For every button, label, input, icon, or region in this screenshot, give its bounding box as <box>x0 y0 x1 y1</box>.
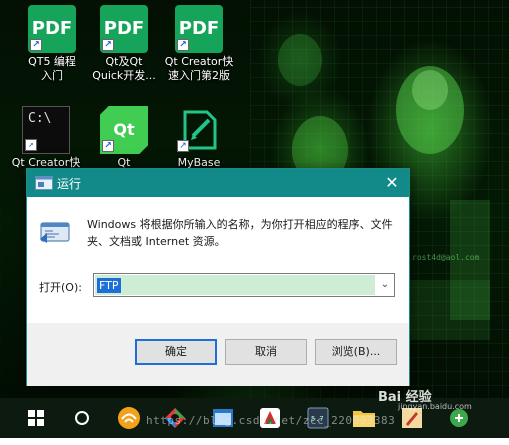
open-input[interactable]: FTP <box>95 275 375 295</box>
shortcut-arrow-icon: ↗ <box>102 39 114 51</box>
desktop-icon-label: QT5 编程入门 <box>28 55 76 82</box>
dialog-body: Windows 将根据你所输入的名称，为你打开相应的程序、文件夹、文档或 Int… <box>27 197 409 323</box>
shortcut-arrow-icon: ↗ <box>177 39 189 51</box>
run-window-icon <box>35 176 53 190</box>
run-icon <box>40 222 70 243</box>
cortana-icon[interactable] <box>70 406 94 430</box>
close-icon: ✕ <box>385 173 399 192</box>
run-dialog: 运行 ✕ Windows 将根据你所输入的名称，为你打开相应的程序、文件夹、文档… <box>26 168 410 386</box>
dialog-titlebar[interactable]: 运行 ✕ <box>27 169 409 197</box>
browse-button[interactable]: 浏览(B)... <box>315 339 397 365</box>
qt-icon: Qt ↗ <box>100 106 148 154</box>
wallpaper-caption: rost4d@aol.com <box>412 253 480 262</box>
dialog-title: 运行 <box>57 177 82 191</box>
shortcut-arrow-icon: ↗ <box>177 140 189 152</box>
desktop-icon-qt5-pdf[interactable]: PDF ↗ QT5 编程入门 <box>15 5 89 83</box>
shortcut-arrow-icon: ↗ <box>25 139 37 151</box>
baidu-jingyan-url: jingyan.baidu.com <box>398 402 472 411</box>
cancel-button[interactable]: 取消 <box>225 339 307 365</box>
shortcut-arrow-icon: ↗ <box>102 140 114 152</box>
mybase-icon: ↗ <box>175 106 223 154</box>
dialog-description: Windows 将根据你所输入的名称，为你打开相应的程序、文件夹、文档或 Int… <box>87 218 393 248</box>
windows-start-icon[interactable] <box>24 406 48 430</box>
combo-dropdown-button[interactable]: ⌄ <box>376 274 394 296</box>
open-label: 打开(O): <box>39 281 82 294</box>
shortcut-arrow-icon: ↗ <box>30 39 42 51</box>
browser-icon[interactable] <box>117 406 141 430</box>
desktop-screen: rost4d@aol.com PDF ↗ QT5 编程入门 PDF ↗ Qt及Qt … <box>0 0 509 445</box>
chevron-down-icon: ⌄ <box>380 279 390 290</box>
pdf-icon: PDF ↗ <box>100 5 148 53</box>
desktop-icon-label: Qt及Qt Quick开发... <box>92 55 156 82</box>
desktop-icon-mybase[interactable]: ↗ MyBase <box>162 106 236 170</box>
csdn-watermark: https://blog.csdn.net/zcc_220993383 <box>146 414 396 427</box>
bottom-margin <box>0 438 509 445</box>
desktop-icon-label: Qt Creator快速入门第2版 <box>164 55 234 82</box>
open-input-selected-text: FTP <box>97 278 121 293</box>
desktop-icon-qt[interactable]: Qt ↗ Qt <box>87 106 161 170</box>
close-button[interactable]: ✕ <box>375 169 409 197</box>
desktop-icon-qtquick-pdf[interactable]: PDF ↗ Qt及Qt Quick开发... <box>87 5 161 83</box>
cmd-icon: C:\ ↗ <box>22 106 70 154</box>
open-combobox[interactable]: FTP ⌄ <box>93 273 395 297</box>
desktop-icon-qtcreator-pdf[interactable]: PDF ↗ Qt Creator快速入门第2版 <box>162 5 236 83</box>
pdf-icon: PDF ↗ <box>175 5 223 53</box>
ok-button[interactable]: 确定 <box>135 339 217 365</box>
pdf-icon: PDF ↗ <box>28 5 76 53</box>
dialog-footer: 确定 取消 浏览(B)... <box>27 323 409 386</box>
